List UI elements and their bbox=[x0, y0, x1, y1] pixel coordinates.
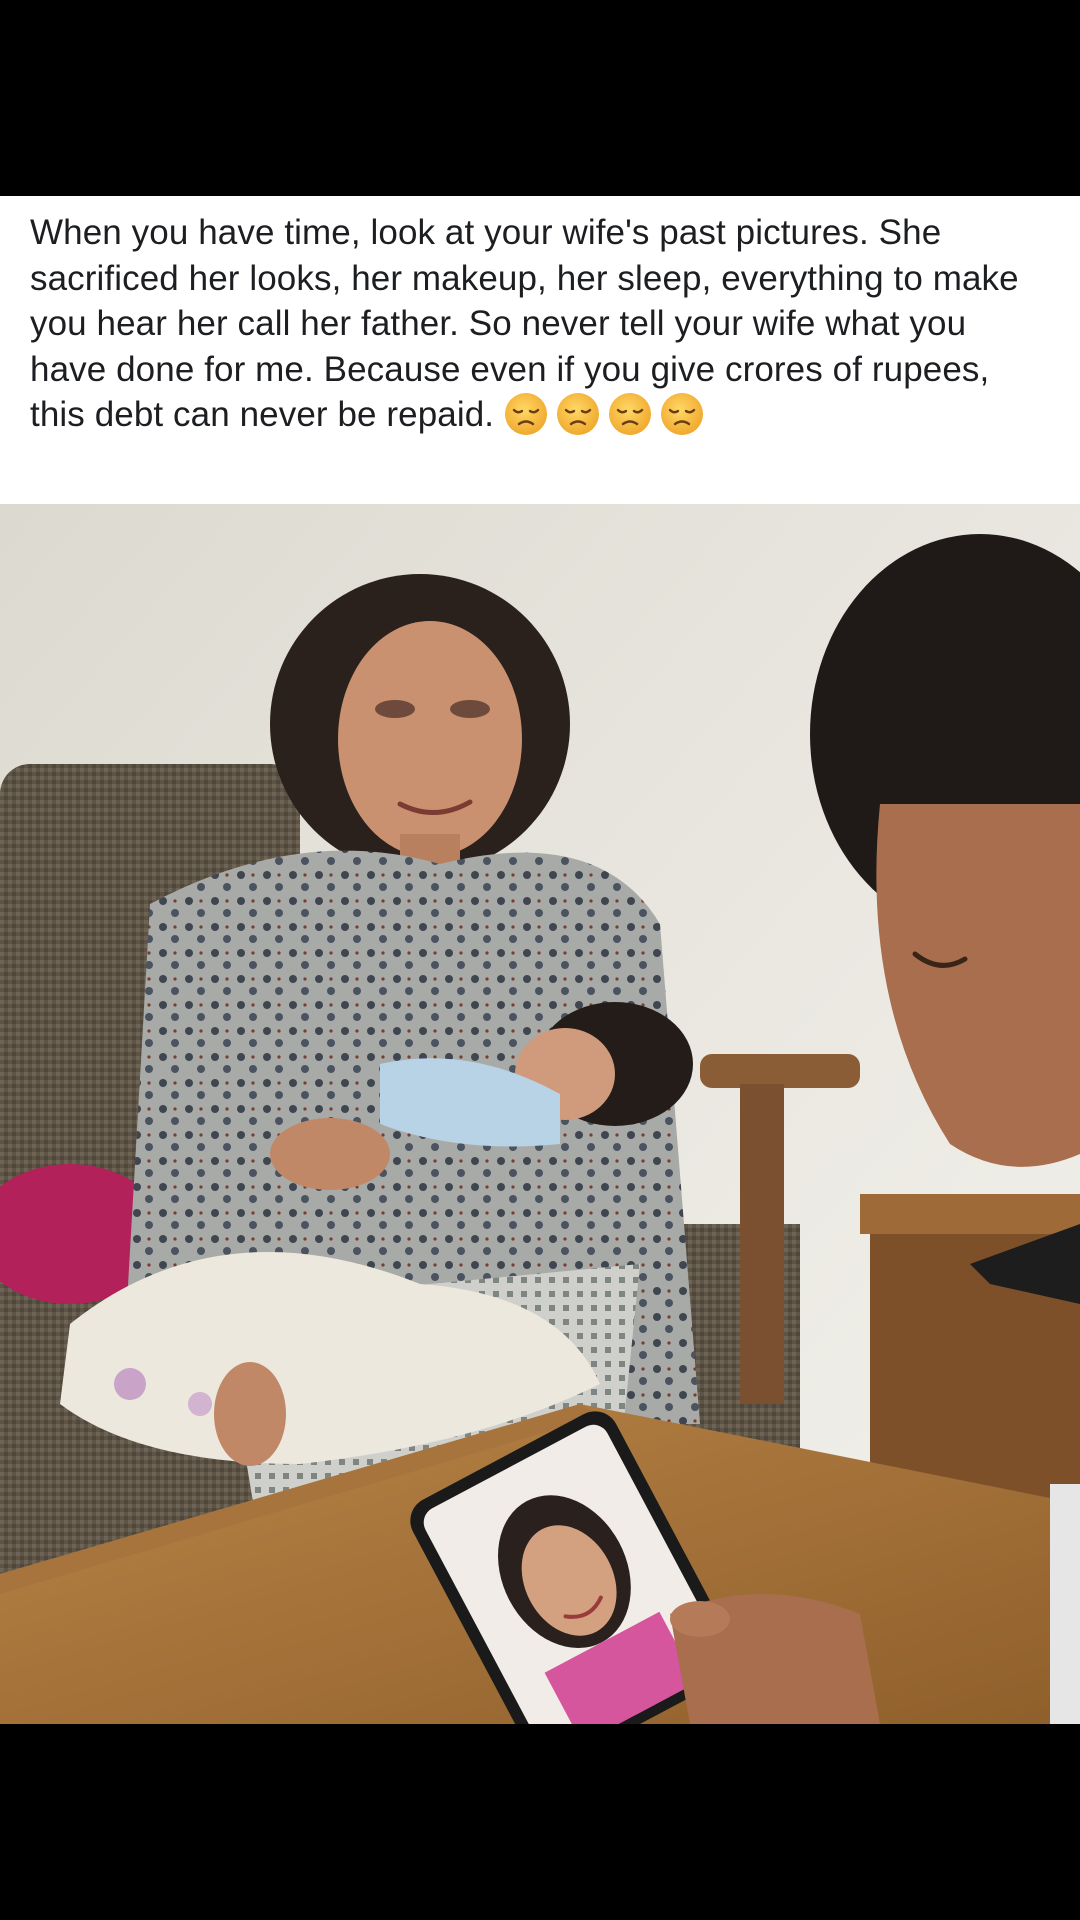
emoji-group bbox=[504, 393, 712, 435]
top-black-bar bbox=[0, 0, 1080, 196]
disappointed-face-icon bbox=[556, 393, 599, 435]
photo-illustration bbox=[0, 504, 1080, 1724]
bottom-black-bar bbox=[0, 1724, 1080, 1920]
post-photo[interactable] bbox=[0, 504, 1080, 1724]
disappointed-face-icon bbox=[608, 393, 651, 435]
post-caption-panel: When you have time, look at your wife's … bbox=[0, 196, 1080, 504]
disappointed-face-icon bbox=[660, 393, 703, 435]
post-caption: When you have time, look at your wife's … bbox=[30, 210, 1050, 438]
disappointed-face-icon bbox=[504, 393, 547, 435]
